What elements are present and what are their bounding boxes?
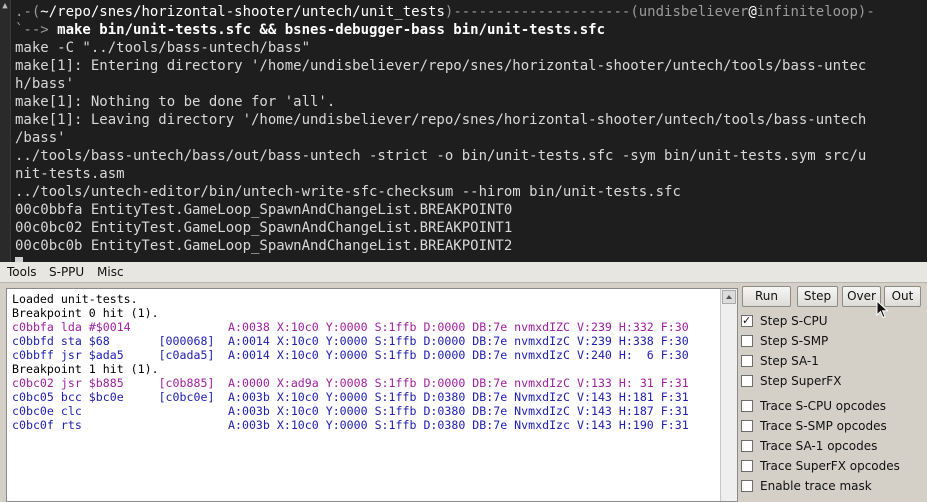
prompt-arrow: `--> bbox=[15, 22, 49, 38]
console-registers: A:0014 X:10c0 Y:0000 S:1ffb D:0000 DB:7e… bbox=[228, 348, 689, 362]
console-line: c0bc02 jsr $b885 [c0b885] A:0000 X:ad9a Y… bbox=[12, 376, 689, 390]
output-line: make[1]: Leaving directory '/home/undisb… bbox=[15, 112, 867, 128]
console-instruction: c0bc02 jsr $b885 [c0b885] bbox=[12, 376, 215, 390]
checkbox[interactable] bbox=[741, 313, 753, 329]
checkbox[interactable] bbox=[741, 400, 753, 412]
run-button[interactable]: Run bbox=[742, 286, 791, 307]
menu-s-ppu[interactable]: S-PPU bbox=[49, 264, 84, 280]
output-line: 00c0bc0b EntityTest.GameLoop_SpawnAndCha… bbox=[15, 238, 513, 254]
mouse-pointer-icon bbox=[876, 300, 889, 319]
checkbox[interactable] bbox=[741, 460, 753, 472]
console-registers: A:0038 X:10c0 Y:0000 S:1ffb D:0000 DB:7e… bbox=[228, 320, 689, 334]
console-instruction: Breakpoint 1 hit (1). bbox=[12, 362, 159, 376]
prompt-at: @ bbox=[748, 4, 757, 20]
checkbox[interactable] bbox=[741, 355, 753, 367]
debugger-console[interactable]: Loaded unit-tests. Breakpoint 0 hit (1). c… bbox=[6, 288, 738, 502]
checkbox[interactable] bbox=[741, 335, 753, 347]
prompt-user: undisbeliever bbox=[638, 4, 749, 20]
checkbox[interactable] bbox=[741, 420, 753, 432]
console-line: c0bc05 bcc $bc0e [c0bc0e] A:003b X:10c0 Y… bbox=[12, 390, 689, 404]
console-instruction: c0bc05 bcc $bc0e [c0bc0e] bbox=[12, 390, 215, 404]
menu-misc[interactable]: Misc bbox=[97, 264, 124, 280]
console-line: Loaded unit-tests. bbox=[12, 292, 689, 306]
checkbox[interactable] bbox=[741, 480, 753, 492]
prompt-close2: )- bbox=[857, 4, 875, 20]
output-line: nit-tests.asm bbox=[15, 166, 125, 182]
option-label: Step SuperFX bbox=[760, 374, 842, 388]
terminal-scrollbar[interactable]: ▲ bbox=[0, 0, 11, 262]
console-registers: A:0014 X:10c0 Y:0000 S:1ffb D:0000 DB:7e… bbox=[228, 334, 689, 348]
output-line: 00c0bbfa EntityTest.GameLoop_SpawnAndCha… bbox=[15, 202, 513, 218]
option-label: Step S-CPU bbox=[760, 314, 828, 328]
console-registers: A:003b X:10c0 Y:0000 S:1ffb D:0380 DB:7e… bbox=[228, 390, 689, 404]
command-line: `--> make bin/unit-tests.sfc && bsnes-de… bbox=[15, 21, 923, 39]
output-line: ../tools/untech-editor/bin/untech-write-… bbox=[15, 184, 681, 200]
option-label: Trace SA-1 opcodes bbox=[760, 439, 878, 453]
console-scrollbar[interactable] bbox=[720, 289, 737, 501]
console-instruction: c0bbfd sta $68 [000068] bbox=[12, 334, 215, 348]
console-instruction: c0bbff jsr $ada5 [c0ada5] bbox=[12, 348, 215, 362]
checkbox[interactable] bbox=[741, 375, 753, 387]
prompt-host: infiniteloop bbox=[756, 4, 858, 20]
output-line: make -C "../tools/bass-untech/bass" bbox=[15, 40, 311, 56]
console-line: c0bc0f rts A:003b X:10c0 Y:0000 S:1ffb D:… bbox=[12, 418, 689, 432]
console-line: Breakpoint 1 hit (1). bbox=[12, 362, 689, 376]
command-text: make bin/unit-tests.sfc && bsnes-debugge… bbox=[48, 22, 606, 38]
console-instruction: c0bc0e clc bbox=[12, 404, 82, 418]
console-lines: Loaded unit-tests. Breakpoint 0 hit (1). c… bbox=[12, 292, 689, 432]
option-label: Trace S-SMP opcodes bbox=[760, 419, 887, 433]
console-instruction: Loaded unit-tests. bbox=[12, 292, 138, 306]
step-button[interactable]: Step bbox=[797, 286, 838, 307]
terminal-output: .-(~/repo/snes/horizontal-shooter/untech… bbox=[15, 3, 923, 255]
output-line: ../tools/bass-untech/bass/out/bass-untec… bbox=[15, 148, 867, 164]
scroll-up-icon[interactable] bbox=[722, 290, 736, 304]
console-line: c0bbff jsr $ada5 [c0ada5] A:0014 X:10c0 Y… bbox=[12, 348, 689, 362]
console-registers: A:003b X:10c0 Y:0000 S:1ffb D:0380 DB:7e… bbox=[228, 404, 689, 418]
prompt-open2: -( bbox=[621, 4, 639, 20]
console-registers: A:0000 X:ad9a Y:0008 S:1ffb D:0000 DB:7e… bbox=[228, 376, 689, 390]
option-label: Step SA-1 bbox=[760, 354, 819, 368]
option-label: Enable trace mask bbox=[760, 479, 872, 493]
option-label: Step S-SMP bbox=[760, 334, 829, 348]
output-line: 00c0bc02 EntityTest.GameLoop_SpawnAndCha… bbox=[15, 220, 513, 236]
console-line: c0bbfa lda #$0014 A:0038 X:10c0 Y:0000 S:… bbox=[12, 320, 689, 334]
checkbox[interactable] bbox=[741, 440, 753, 452]
console-instruction: Breakpoint 0 hit (1). bbox=[12, 306, 159, 320]
debugger-menubar: Tools S-PPU Misc bbox=[0, 262, 927, 283]
prompt-path: ~/repo/snes/horizontal-shooter/untech/un… bbox=[40, 4, 445, 20]
terminal-window[interactable]: ▲ .-(~/repo/snes/horizontal-shooter/unte… bbox=[0, 0, 927, 262]
console-line: Breakpoint 0 hit (1). bbox=[12, 306, 689, 320]
scroll-up-arrow-icon[interactable]: ▲ bbox=[1, 1, 9, 11]
console-instruction: c0bc0f rts bbox=[12, 418, 82, 432]
option-label: Trace S-CPU opcodes bbox=[760, 399, 886, 413]
prompt-line: .-(~/repo/snes/horizontal-shooter/untech… bbox=[15, 3, 923, 21]
option-label: Trace SuperFX opcodes bbox=[760, 459, 900, 473]
console-line: c0bbfd sta $68 [000068] A:0014 X:10c0 Y:0… bbox=[12, 334, 689, 348]
prompt-dashes: -------------------- bbox=[453, 4, 622, 20]
console-instruction: c0bbfa lda #$0014 bbox=[12, 320, 131, 334]
menu-tools[interactable]: Tools bbox=[7, 264, 37, 280]
prompt-open: -( bbox=[23, 4, 41, 20]
output-line: make[1]: Nothing to be done for 'all'. bbox=[15, 94, 336, 110]
console-line: c0bc0e clc A:003b X:10c0 Y:0000 S:1ffb D:… bbox=[12, 404, 689, 418]
output-line: /bass' bbox=[15, 130, 66, 146]
output-line: h/bass' bbox=[15, 76, 75, 92]
output-line: make[1]: Entering directory '/home/undis… bbox=[15, 58, 867, 74]
console-registers: A:003b X:10c0 Y:0000 S:1ffb D:0380 DB:7e… bbox=[228, 418, 689, 432]
